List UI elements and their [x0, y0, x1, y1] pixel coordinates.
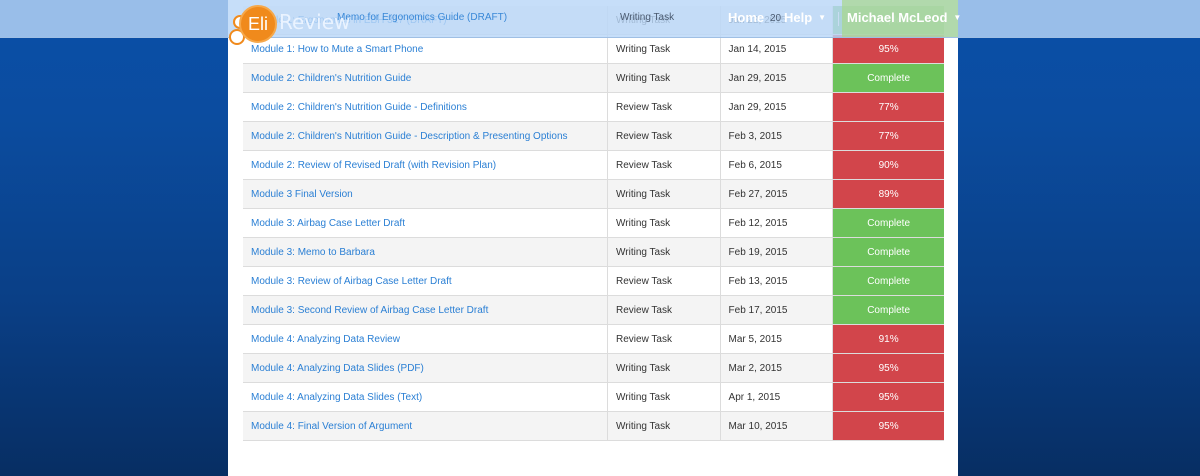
task-date: Jan 29, 2015 — [720, 63, 834, 93]
table-row: Module 4: Analyzing Data Slides (Text) Wr… — [243, 382, 944, 412]
task-type: Writing Task — [607, 34, 721, 64]
tasks-table: Module 1: Ergonomics in EBH 317 (DRAFT)W… — [243, 6, 944, 441]
task-status: Complete — [832, 266, 944, 296]
task-title-link[interactable]: Module 3: Second Review of Airbag Case L… — [243, 295, 609, 325]
table-row: Module 3: Airbag Case Letter Draft Writin… — [243, 208, 944, 238]
task-type: Review Task — [607, 121, 721, 151]
table-row: Module 4: Analyzing Data Slides (PDF) Wri… — [243, 353, 944, 383]
task-title-link[interactable]: Module 2: Children's Nutrition Guide — [243, 63, 609, 93]
chevron-down-icon: ▼ — [818, 13, 827, 22]
task-date: Feb 17, 2015 — [720, 295, 834, 325]
main-content-panel: Module 1: Ergonomics in EBH 317 (DRAFT)W… — [228, 0, 958, 476]
partial-row-date: 20 — [770, 13, 782, 24]
partial-row-title[interactable]: Memo for Ergonomics Guide (DRAFT) — [337, 12, 507, 23]
task-type: Writing Task — [607, 208, 721, 238]
task-title-link[interactable]: Module 3 Final Version — [243, 179, 609, 209]
task-type: Writing Task — [607, 411, 721, 441]
nav-home-label: Home — [728, 10, 765, 25]
task-type: Writing Task — [607, 237, 721, 267]
task-date: Feb 13, 2015 — [720, 266, 834, 296]
task-title-link[interactable]: Module 3: Memo to Barbara — [243, 237, 609, 267]
user-name-label: Michael McLeod — [847, 10, 948, 25]
logo-mark: Eli — [239, 5, 277, 43]
user-menu[interactable]: Michael McLeod ▼ — [847, 10, 961, 25]
chevron-down-icon: ▼ — [953, 13, 962, 22]
task-type: Review Task — [607, 324, 721, 354]
task-status: Complete — [832, 208, 944, 238]
task-type: Review Task — [607, 92, 721, 122]
task-title-link[interactable]: Module 3: Airbag Case Letter Draft — [243, 208, 609, 238]
task-date: Mar 2, 2015 — [720, 353, 834, 383]
task-title-link[interactable]: Module 4: Analyzing Data Slides (PDF) — [243, 353, 609, 383]
task-date: Apr 1, 2015 — [720, 382, 834, 412]
top-navigation-bar — [0, 0, 1200, 38]
table-row: Module 4: Final Version of Argument Writi… — [243, 411, 944, 441]
nav-divider — [838, 12, 839, 26]
task-type: Writing Task — [607, 382, 721, 412]
table-row: Module 2: Children's Nutrition Guide Writ… — [243, 63, 944, 93]
task-status: 89% — [832, 179, 944, 209]
task-title-link[interactable]: Module 2: Children's Nutrition Guide - D… — [243, 121, 609, 151]
task-date: Mar 10, 2015 — [720, 411, 834, 441]
task-type: Review Task — [607, 266, 721, 296]
task-type: Writing Task — [607, 353, 721, 383]
task-status: 90% — [832, 150, 944, 180]
task-status: 95% — [832, 382, 944, 412]
task-type: Review Task — [607, 150, 721, 180]
task-title-link[interactable]: Module 4: Analyzing Data Review — [243, 324, 609, 354]
task-date: Feb 19, 2015 — [720, 237, 834, 267]
table-row: Module 3: Review of Airbag Case Letter D… — [243, 266, 944, 296]
nav-help-label: Help — [784, 10, 813, 25]
task-status: 91% — [832, 324, 944, 354]
table-row: Module 2: Review of Revised Draft (with … — [243, 150, 944, 180]
task-type: Writing Task — [607, 179, 721, 209]
task-date: Jan 29, 2015 — [720, 92, 834, 122]
task-status: 77% — [832, 121, 944, 151]
task-date: Feb 12, 2015 — [720, 208, 834, 238]
task-date: Feb 6, 2015 — [720, 150, 834, 180]
table-row: Module 3 Final Version Writing Task Feb 27… — [243, 179, 944, 209]
task-status: 95% — [832, 353, 944, 383]
task-status: Complete — [832, 295, 944, 325]
task-status: Complete — [832, 63, 944, 93]
task-status: 95% — [832, 34, 944, 64]
task-date: Feb 27, 2015 — [720, 179, 834, 209]
task-title-link[interactable]: Module 2: Review of Revised Draft (with … — [243, 150, 609, 180]
logo-wordmark: Review — [279, 10, 351, 34]
task-title-link[interactable]: Module 3: Review of Airbag Case Letter D… — [243, 266, 609, 296]
task-title-link[interactable]: Module 2: Children's Nutrition Guide - D… — [243, 92, 609, 122]
task-date: Jan 14, 2015 — [720, 34, 834, 64]
table-row: Module 3: Memo to Barbara Writing Task Feb… — [243, 237, 944, 267]
nav-help-menu[interactable]: Help ▼ — [784, 10, 826, 25]
task-status: 95% — [832, 411, 944, 441]
task-date: Mar 5, 2015 — [720, 324, 834, 354]
task-date: Feb 3, 2015 — [720, 121, 834, 151]
eli-review-logo[interactable]: Eli Review — [224, 2, 350, 46]
table-row: Module 4: Analyzing Data Review Review Ta… — [243, 324, 944, 354]
task-title-link[interactable]: Module 4: Analyzing Data Slides (Text) — [243, 382, 609, 412]
table-row: Module 3: Second Review of Airbag Case L… — [243, 295, 944, 325]
task-status: 77% — [832, 92, 944, 122]
task-title-link[interactable]: Module 4: Final Version of Argument — [243, 411, 609, 441]
table-row: Module 2: Children's Nutrition Guide - D… — [243, 121, 944, 151]
table-row: Module 1: How to Mute a Smart Phone Writi… — [243, 34, 944, 64]
tasks-table-body: Module 1: Ergonomics in EBH 317 (DRAFT)W… — [243, 6, 944, 441]
task-type: Writing Task — [607, 63, 721, 93]
task-status: Complete — [832, 237, 944, 267]
task-type: Review Task — [607, 295, 721, 325]
nav-home-link[interactable]: Home — [728, 10, 764, 25]
partial-row-type: Writing Task — [620, 12, 675, 23]
table-row: Module 2: Children's Nutrition Guide - D… — [243, 92, 944, 122]
